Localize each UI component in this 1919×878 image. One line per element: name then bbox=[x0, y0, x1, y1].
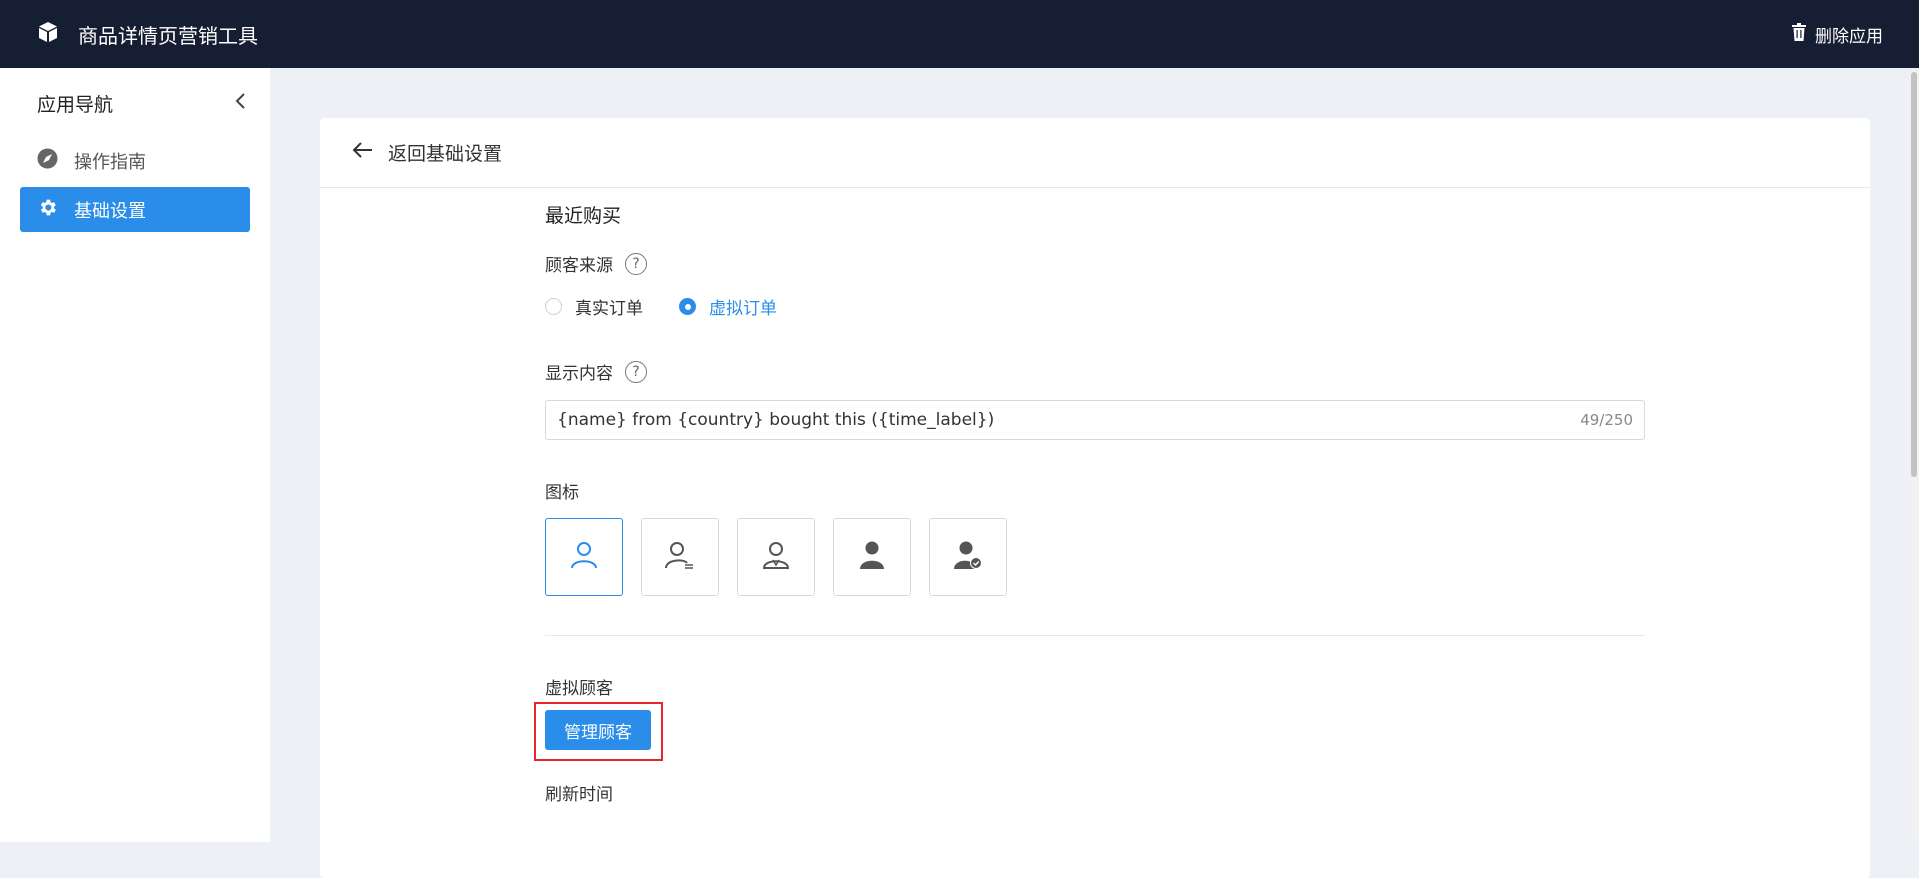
top-bar: 商品详情页营销工具 删除应用 bbox=[0, 0, 1919, 68]
person-check-icon bbox=[951, 538, 985, 576]
box-icon bbox=[36, 20, 60, 49]
recent-purchase-form: 最近购买 顾客来源 ? 真实订单 虚拟订单 显示内容 ? {name} from… bbox=[534, 205, 1645, 805]
radio-real-orders[interactable]: 真实订单 bbox=[545, 294, 643, 319]
person-list-icon bbox=[663, 538, 697, 576]
refresh-time-label: 刷新时间 bbox=[545, 785, 613, 805]
person-badge-icon bbox=[759, 538, 793, 576]
sidebar: 应用导航 操作指南 基础设置 bbox=[0, 68, 270, 842]
virtual-customers-label-row: 虚拟顾客 bbox=[545, 674, 1645, 699]
sidebar-header: 应用导航 bbox=[0, 68, 270, 138]
icon-label: 图标 bbox=[545, 483, 579, 503]
customer-source-label-row: 顾客来源 ? bbox=[545, 251, 1645, 276]
scrollbar-thumb[interactable] bbox=[1911, 72, 1917, 477]
main-content: 返回基础设置 最近购买 顾客来源 ? 真实订单 虚拟订单 显示内容 ? {nam… bbox=[270, 68, 1909, 878]
delete-app-label: 删除应用 bbox=[1815, 26, 1883, 47]
app-brand: 商品详情页营销工具 bbox=[36, 20, 258, 49]
sidebar-heading: 应用导航 bbox=[37, 93, 114, 116]
sidebar-item-basic-settings[interactable]: 基础设置 bbox=[20, 187, 250, 232]
arrow-left-icon[interactable] bbox=[352, 139, 374, 166]
back-link[interactable]: 返回基础设置 bbox=[388, 139, 502, 166]
settings-card: 返回基础设置 最近购买 顾客来源 ? 真实订单 虚拟订单 显示内容 ? {nam… bbox=[320, 118, 1870, 878]
icon-option-1[interactable] bbox=[545, 518, 623, 596]
sidebar-item-label: 基础设置 bbox=[74, 200, 146, 222]
icon-label-row: 图标 bbox=[545, 478, 1645, 503]
radio-label: 虚拟订单 bbox=[709, 299, 777, 319]
customer-source-radio-group: 真实订单 虚拟订单 bbox=[545, 294, 1645, 319]
customer-source-label: 顾客来源 bbox=[545, 256, 613, 276]
virtual-customers-label: 虚拟顾客 bbox=[545, 679, 613, 699]
radio-circle[interactable] bbox=[545, 298, 562, 315]
help-icon[interactable]: ? bbox=[625, 252, 647, 275]
radio-circle[interactable] bbox=[679, 298, 696, 315]
icon-option-3[interactable] bbox=[737, 518, 815, 596]
icon-option-4[interactable] bbox=[833, 518, 911, 596]
sidebar-item-label: 操作指南 bbox=[74, 151, 146, 173]
compass-icon bbox=[37, 148, 58, 174]
sidebar-item-guide[interactable]: 操作指南 bbox=[20, 138, 250, 183]
help-icon[interactable]: ? bbox=[625, 360, 647, 383]
icon-option-2[interactable] bbox=[641, 518, 719, 596]
gear-icon bbox=[37, 197, 58, 223]
app-title: 商品详情页营销工具 bbox=[78, 23, 258, 48]
person-filled-icon bbox=[855, 538, 889, 576]
display-content-value: {name} from {country} bought this ({time… bbox=[557, 410, 995, 430]
character-count: 49/250 bbox=[1580, 411, 1633, 429]
section-title: 最近购买 bbox=[545, 205, 622, 227]
display-content-input[interactable]: {name} from {country} bought this ({time… bbox=[545, 400, 1645, 440]
highlight-box bbox=[534, 702, 663, 761]
radio-label: 真实订单 bbox=[575, 299, 643, 319]
card-header: 返回基础设置 bbox=[320, 118, 1870, 188]
refresh-time-label-row: 刷新时间 bbox=[545, 780, 1645, 805]
page-scrollbar[interactable] bbox=[1909, 68, 1919, 842]
icon-option-5[interactable] bbox=[929, 518, 1007, 596]
display-content-label: 显示内容 bbox=[545, 364, 613, 384]
icon-options bbox=[545, 518, 1645, 596]
trash-icon bbox=[1791, 22, 1807, 46]
person-outline-icon bbox=[567, 538, 601, 576]
radio-virtual-orders[interactable]: 虚拟订单 bbox=[679, 294, 777, 319]
section-divider bbox=[545, 635, 1645, 636]
delete-app-button[interactable]: 删除应用 bbox=[1791, 22, 1883, 47]
chevron-left-icon[interactable] bbox=[232, 92, 250, 115]
display-content-label-row: 显示内容 ? bbox=[545, 359, 1645, 384]
